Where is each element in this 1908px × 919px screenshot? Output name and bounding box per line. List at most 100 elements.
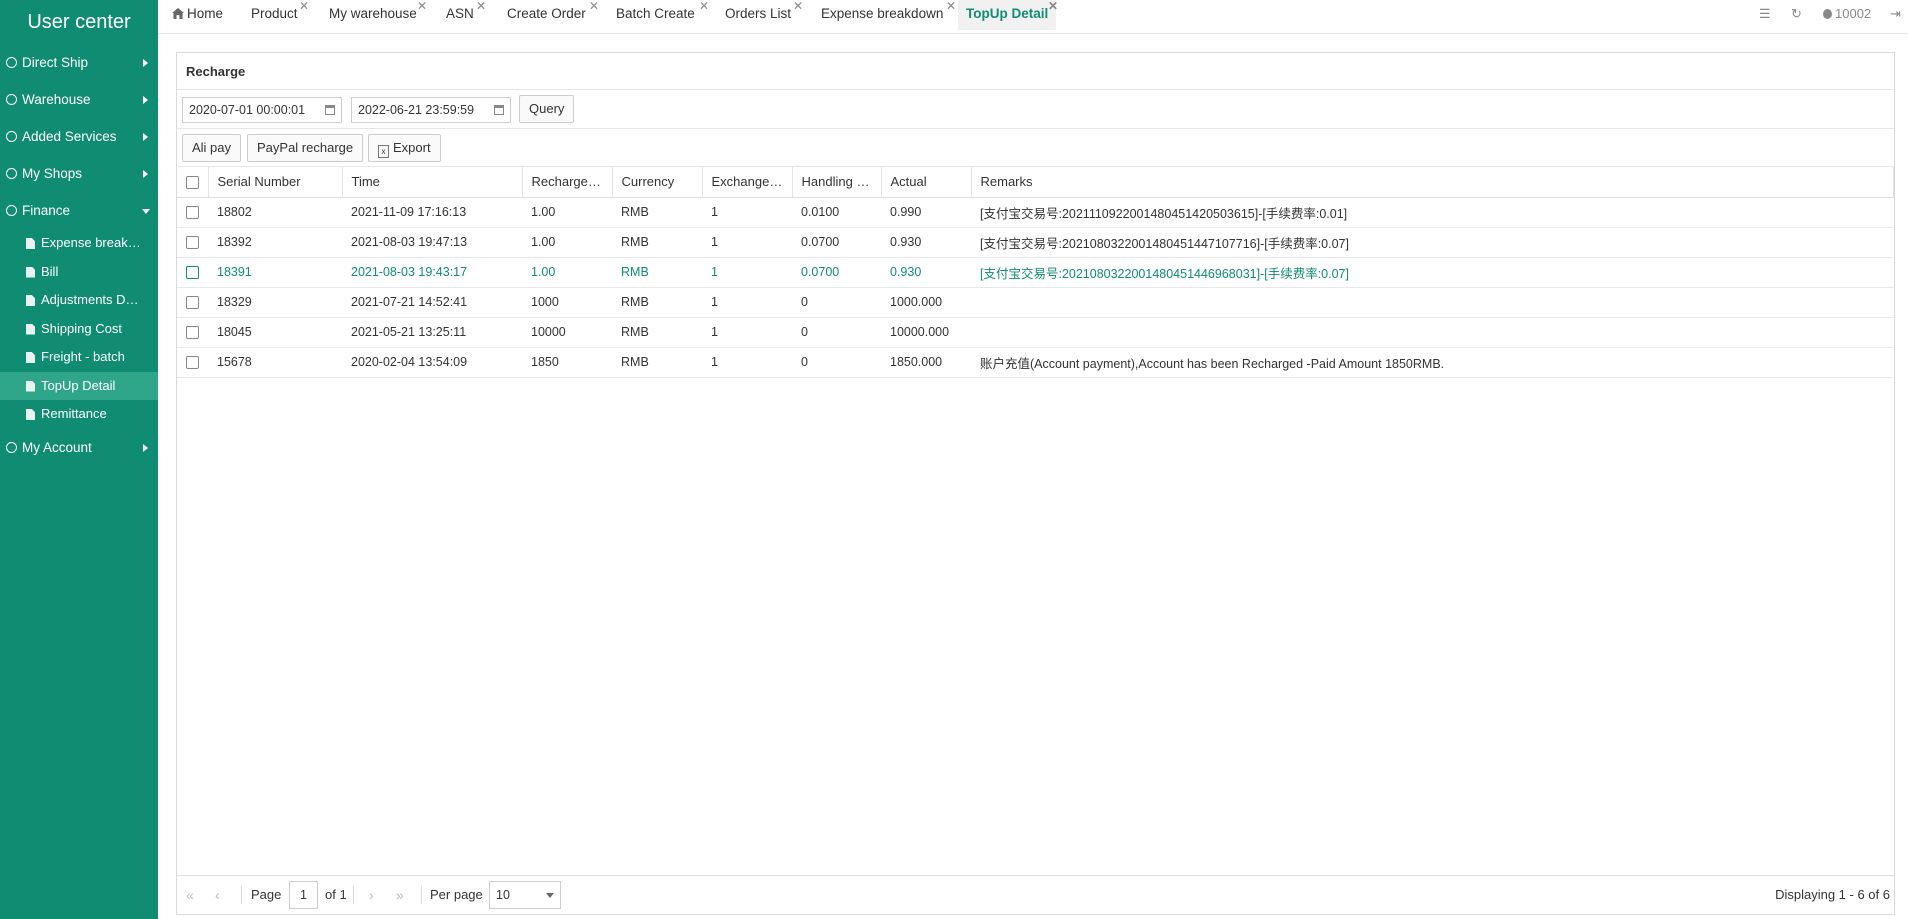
close-icon[interactable]: ✕ xyxy=(1048,0,1058,20)
row-checkbox[interactable] xyxy=(186,206,199,220)
alipay-button[interactable]: Ali pay xyxy=(182,134,242,162)
cell-remarks: [支付宝交易号:2021080322001480451446968031]-[手… xyxy=(971,257,1894,288)
cell-rate: 1 xyxy=(702,257,792,288)
row-checkbox[interactable] xyxy=(186,356,199,370)
tab-product[interactable]: Product ✕ xyxy=(251,0,309,30)
circle-icon xyxy=(6,57,17,68)
document-icon xyxy=(26,238,35,249)
cell-actual: 1850.000 xyxy=(881,347,971,378)
next-page-icon[interactable]: › xyxy=(369,887,374,903)
tab-label: Orders List xyxy=(725,6,792,21)
cell-serial: 18329 xyxy=(208,287,342,318)
cell-currency: RMB xyxy=(612,347,702,378)
cell-currency: RMB xyxy=(612,227,702,258)
col-actual[interactable]: Actual xyxy=(881,167,972,198)
col-remarks[interactable]: Remarks xyxy=(971,167,1894,198)
document-icon xyxy=(26,323,35,335)
col-handling-fee[interactable]: Handling Fee xyxy=(792,167,882,198)
row-checkbox[interactable] xyxy=(186,266,199,280)
cell-time: 2021-07-21 14:52:41 xyxy=(342,287,522,318)
nav-direct-ship[interactable]: Direct Ship xyxy=(0,44,158,81)
per-page-select[interactable]: 10 xyxy=(489,881,561,909)
cell-time: 2021-11-09 17:16:13 xyxy=(342,197,522,228)
calendar-icon[interactable] xyxy=(494,105,504,115)
pager-divider xyxy=(421,886,422,904)
select-all-checkbox[interactable] xyxy=(185,176,199,190)
user-menu[interactable]: 10002 xyxy=(1823,0,1871,30)
circle-icon xyxy=(6,131,17,142)
caret-right-icon xyxy=(143,59,148,67)
table-row[interactable]: 15678 2020-02-04 13:54:09 1850 RMB 1 0 1… xyxy=(177,347,1894,378)
brand-title: User center xyxy=(27,11,131,33)
export-button[interactable]: x Export xyxy=(368,134,441,162)
sub-shipping-cost[interactable]: Shipping Cost xyxy=(0,315,158,344)
tab-my-warehouse[interactable]: My warehouse ✕ xyxy=(329,0,427,30)
select-all-cell xyxy=(177,167,209,198)
cell-currency: RMB xyxy=(612,317,702,348)
row-checkbox[interactable] xyxy=(186,296,199,310)
query-button[interactable]: Query xyxy=(519,95,575,123)
tab-label: Batch Create xyxy=(616,6,695,21)
menu-toggle-icon[interactable]: ☰ xyxy=(1759,0,1771,30)
table-row[interactable]: 18392 2021-08-03 19:47:13 1.00 RMB 1 0.0… xyxy=(177,227,1894,258)
close-icon[interactable]: ✕ xyxy=(946,0,956,20)
tab-home[interactable]: Home xyxy=(172,0,223,30)
sub-expense-breakdown[interactable]: Expense breakdown xyxy=(0,229,158,258)
sub-adjustments-detail[interactable]: Adjustments Detail xyxy=(0,286,158,315)
close-icon[interactable]: ✕ xyxy=(793,0,803,20)
first-page-icon[interactable]: « xyxy=(186,887,194,903)
document-icon xyxy=(26,380,35,392)
nav-my-account[interactable]: My Account xyxy=(0,429,158,466)
col-time[interactable]: Time xyxy=(342,167,523,198)
refresh-icon[interactable]: ↻ xyxy=(1791,0,1802,30)
end-date-input[interactable]: 2022-06-21 23:59:59 xyxy=(351,97,511,123)
user-icon xyxy=(1823,9,1832,19)
prev-page-icon[interactable]: ‹ xyxy=(215,887,220,903)
close-icon[interactable]: ✕ xyxy=(699,0,709,20)
row-select-cell xyxy=(177,197,208,228)
sub-topup-detail[interactable]: TopUp Detail xyxy=(0,371,158,400)
table-row[interactable]: 18391 2021-08-03 19:43:17 1.00 RMB 1 0.0… xyxy=(177,257,1894,288)
table-row[interactable]: 18329 2021-07-21 14:52:41 1000 RMB 1 0 1… xyxy=(177,287,1894,318)
nav-added-services[interactable]: Added Services xyxy=(0,118,158,155)
tab-expense-breakdown[interactable]: Expense breakdown ✕ xyxy=(821,0,956,30)
tab-orders-list[interactable]: Orders List ✕ xyxy=(725,0,803,30)
close-icon[interactable]: ✕ xyxy=(299,0,309,20)
col-exchange-rate[interactable]: Exchange Rate xyxy=(702,167,793,198)
col-currency[interactable]: Currency xyxy=(612,167,703,198)
tab-topup-detail[interactable]: TopUp Detail ✕ xyxy=(958,0,1058,30)
nav-label: Added Services xyxy=(22,129,117,144)
sub-remittance[interactable]: Remittance xyxy=(0,400,158,429)
table-row[interactable]: 18045 2021-05-21 13:25:11 10000 RMB 1 0 … xyxy=(177,317,1894,348)
cell-serial: 18802 xyxy=(208,197,342,228)
paypal-recharge-button[interactable]: PayPal recharge xyxy=(247,134,364,162)
close-icon[interactable]: ✕ xyxy=(417,0,427,20)
tab-asn[interactable]: ASN ✕ xyxy=(446,0,486,30)
tab-create-order[interactable]: Create Order ✕ xyxy=(507,0,599,30)
nav-my-shops[interactable]: My Shops xyxy=(0,155,158,192)
tab-label: Expense breakdown xyxy=(821,6,944,21)
start-date-input[interactable]: 2020-07-01 00:00:01 xyxy=(182,97,342,123)
tab-batch-create[interactable]: Batch Create ✕ xyxy=(616,0,709,30)
row-checkbox[interactable] xyxy=(186,326,199,340)
nav-label: Finance xyxy=(22,203,71,218)
close-icon[interactable]: ✕ xyxy=(589,0,599,20)
table-row[interactable]: 18802 2021-11-09 17:16:13 1.00 RMB 1 0.0… xyxy=(177,197,1894,228)
caret-right-icon xyxy=(143,443,148,452)
close-icon[interactable]: ✕ xyxy=(476,0,486,20)
calendar-icon[interactable] xyxy=(325,105,335,115)
page-number-input[interactable]: 1 xyxy=(289,881,318,909)
col-recharge-amount[interactable]: Recharge Amount xyxy=(522,167,613,198)
nav-warehouse[interactable]: Warehouse xyxy=(0,81,158,118)
row-checkbox[interactable] xyxy=(186,236,199,250)
display-count: Displaying 1 - 6 of 6 xyxy=(1775,887,1890,902)
cell-recharge: 1.00 xyxy=(522,257,612,288)
sub-bill[interactable]: Bill xyxy=(0,258,158,287)
last-page-icon[interactable]: » xyxy=(396,887,404,903)
sub-freight-batch[interactable]: Freight - batch xyxy=(0,343,158,372)
panel-title: Recharge xyxy=(177,53,1894,90)
sub-label: Remittance xyxy=(41,406,107,421)
col-serial-number[interactable]: Serial Number xyxy=(208,167,343,198)
nav-finance[interactable]: Finance xyxy=(0,192,158,229)
logout-icon[interactable]: ⇥ xyxy=(1890,0,1901,30)
